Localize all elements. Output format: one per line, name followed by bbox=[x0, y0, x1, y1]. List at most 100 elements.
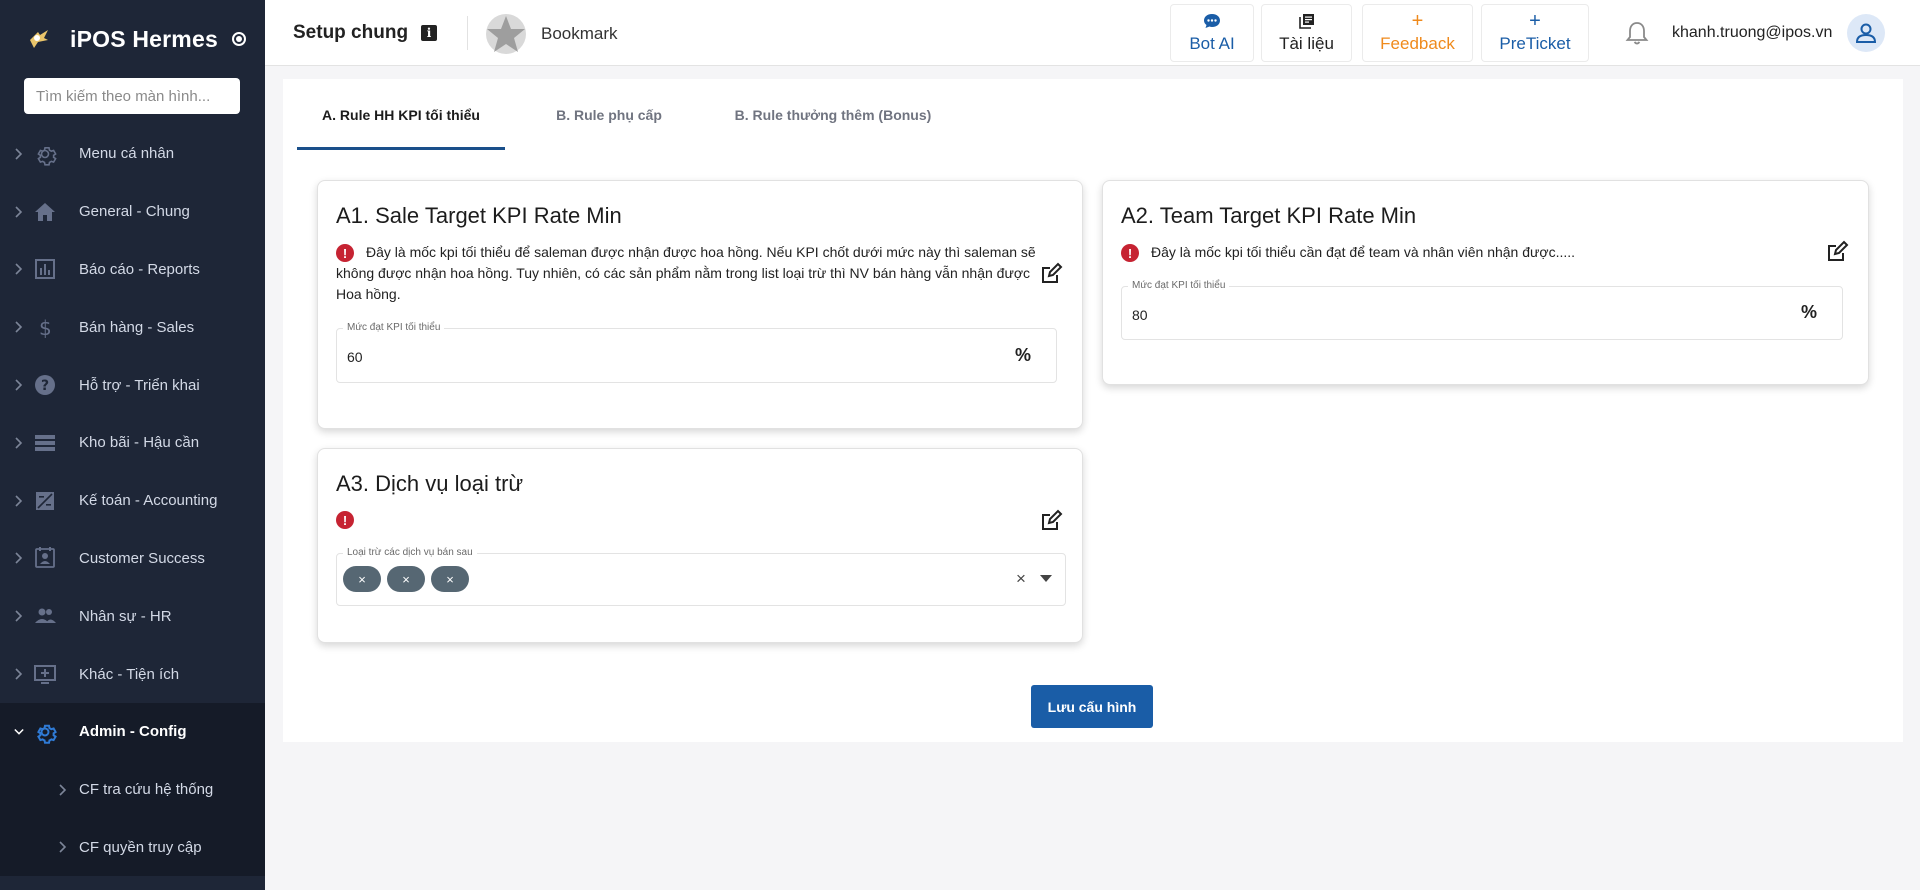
sidebar-item-label: Kế toán - Accounting bbox=[79, 492, 218, 510]
clear-icon[interactable]: × bbox=[1016, 569, 1026, 589]
preticket-label: PreTicket bbox=[1499, 34, 1571, 53]
sidebar-item-hr[interactable]: Nhân sự - HR bbox=[0, 587, 265, 645]
chevron-right-icon bbox=[14, 437, 24, 449]
feedback-label: Feedback bbox=[1380, 34, 1455, 53]
bot-ai-label: Bot AI bbox=[1189, 34, 1235, 53]
main-panel: A. Rule HH KPI tối thiểu B. Rule phụ cấp… bbox=[283, 79, 1903, 742]
bookmark-label[interactable]: Bookmark bbox=[541, 24, 618, 44]
bell-icon[interactable] bbox=[1622, 18, 1652, 48]
plus-icon: + bbox=[1529, 10, 1541, 32]
chat-icon bbox=[1203, 12, 1221, 30]
info-icon[interactable]: i bbox=[421, 25, 437, 41]
radio-dot-icon[interactable] bbox=[231, 32, 246, 46]
tab-rule-bonus[interactable]: B. Rule thưởng thêm (Bonus) bbox=[713, 79, 953, 150]
gear-icon bbox=[32, 141, 58, 167]
card-a1-title: A1. Sale Target KPI Rate Min bbox=[336, 203, 622, 228]
card-a1: A1. Sale Target KPI Rate Min ! Đây là mố… bbox=[317, 180, 1083, 429]
service-chip[interactable]: × bbox=[343, 566, 381, 592]
percent-icon: % bbox=[1015, 345, 1032, 365]
library-icon bbox=[1298, 12, 1315, 30]
avatar[interactable] bbox=[1847, 14, 1885, 52]
sidebar-item-label: Hỗ trợ - Triển khai bbox=[79, 376, 200, 394]
sidebar-item-support[interactable]: ? Hỗ trợ - Triển khai bbox=[0, 356, 265, 414]
preticket-button[interactable]: + PreTicket bbox=[1481, 4, 1589, 62]
sidebar-item-general[interactable]: General - Chung bbox=[0, 183, 265, 241]
service-chip[interactable]: × bbox=[431, 566, 469, 592]
kpi-min-field[interactable]: Mức đạt KPI tối thiểu 60 % bbox=[336, 322, 1057, 383]
field-label: Mức đạt KPI tối thiểu bbox=[343, 322, 445, 333]
svg-text:$: $ bbox=[39, 316, 52, 339]
sidebar-search-input[interactable] bbox=[24, 78, 240, 114]
sidebar-item-warehouse[interactable]: Kho bãi - Hậu cần bbox=[0, 414, 265, 472]
sidebar-subitem-label: CF tra cứu hệ thống bbox=[79, 781, 214, 799]
star-icon[interactable] bbox=[485, 13, 527, 55]
field-label: Loại trừ các dịch vụ bán sau bbox=[343, 547, 477, 558]
error-icon: ! bbox=[336, 511, 354, 529]
sidebar-item-sales[interactable]: $ Bán hàng - Sales bbox=[0, 298, 265, 356]
active-tab-indicator bbox=[297, 147, 505, 150]
team-kpi-min-field[interactable]: Mức đạt KPI tối thiểu 80 % bbox=[1121, 280, 1843, 340]
sidebar-item-label: Nhân sự - HR bbox=[79, 607, 172, 625]
header-divider bbox=[467, 16, 468, 50]
card-a2-title: A2. Team Target KPI Rate Min bbox=[1121, 203, 1417, 228]
sidebar-item-label: Menu cá nhân bbox=[79, 145, 175, 163]
card-a3-title: A3. Dịch vụ loại trừ bbox=[336, 471, 524, 496]
user-icon bbox=[1855, 23, 1877, 43]
chevron-right-icon bbox=[14, 263, 24, 276]
sidebar-item-label: Bán hàng - Sales bbox=[79, 318, 195, 336]
user-email[interactable]: khanh.truong@ipos.vn bbox=[1672, 24, 1832, 42]
tab-rule-hh-kpi[interactable]: A. Rule HH KPI tối thiểu bbox=[297, 79, 505, 150]
calculator-icon bbox=[32, 488, 58, 514]
storage-icon bbox=[32, 430, 58, 456]
service-chip[interactable]: × bbox=[387, 566, 425, 592]
chevron-down-icon bbox=[14, 727, 24, 737]
page-title: Setup chung bbox=[293, 22, 409, 43]
sidebar-item-reports[interactable]: Báo cáo - Reports bbox=[0, 241, 265, 299]
edit-icon[interactable] bbox=[1825, 240, 1849, 264]
sidebar-subitem-label: CF quyền truy cập bbox=[79, 838, 202, 856]
feedback-button[interactable]: + Feedback bbox=[1362, 4, 1473, 62]
chevron-right-icon bbox=[14, 552, 24, 565]
chevron-right-icon bbox=[14, 495, 24, 507]
sidebar-item-utilities[interactable]: Khác - Tiện ích bbox=[0, 645, 265, 703]
card-a2: A2. Team Target KPI Rate Min ! Đây là mố… bbox=[1102, 180, 1869, 385]
card-a1-description: Đây là mốc kpi tối thiểu để saleman được… bbox=[336, 244, 1036, 302]
edit-icon[interactable] bbox=[1039, 262, 1063, 286]
edit-icon[interactable] bbox=[1039, 509, 1063, 533]
dollar-icon: $ bbox=[32, 314, 58, 340]
chevron-right-icon bbox=[14, 148, 24, 160]
logo-icon bbox=[24, 24, 54, 54]
bot-ai-button[interactable]: Bot AI bbox=[1170, 4, 1254, 62]
sidebar-item-menu-ca-nhan[interactable]: Menu cá nhân bbox=[0, 125, 265, 183]
contact-card-icon bbox=[32, 545, 58, 571]
sidebar-nav: Menu cá nhân General - Chung Báo cáo - R… bbox=[0, 125, 265, 877]
chevron-right-icon bbox=[14, 668, 24, 680]
chevron-right-icon bbox=[14, 610, 24, 622]
sidebar-item-label: Admin - Config bbox=[79, 723, 187, 741]
chevron-right-icon bbox=[14, 321, 24, 333]
field-value[interactable]: 80 bbox=[1132, 307, 1148, 323]
people-icon bbox=[32, 603, 58, 629]
error-icon: ! bbox=[1121, 244, 1139, 262]
brand: iPOS Hermes bbox=[0, 0, 265, 78]
bar-chart-icon bbox=[32, 256, 58, 282]
sidebar-subitem-cf-tra-cuu[interactable]: CF tra cứu hệ thống bbox=[0, 760, 265, 819]
tai-lieu-button[interactable]: Tài liệu bbox=[1261, 4, 1352, 62]
save-config-button[interactable]: Lưu cấu hình bbox=[1031, 685, 1153, 728]
chevron-down-icon[interactable] bbox=[1040, 575, 1052, 582]
sidebar-subitem-cf-quyen-truy-cap[interactable]: CF quyền truy cập bbox=[0, 818, 265, 877]
sidebar-item-admin-config[interactable]: Admin - Config bbox=[0, 702, 265, 761]
add-box-icon bbox=[32, 661, 58, 687]
card-a2-description: Đây là mốc kpi tối thiểu cần đạt để team… bbox=[1151, 244, 1576, 260]
gear-icon bbox=[32, 719, 58, 745]
tab-rule-phu-cap[interactable]: B. Rule phụ cấp bbox=[505, 79, 713, 150]
chevron-right-icon bbox=[58, 784, 68, 796]
field-value[interactable]: 60 bbox=[347, 349, 363, 365]
sidebar-item-label: General - Chung bbox=[79, 203, 190, 221]
sidebar-item-accounting[interactable]: Kế toán - Accounting bbox=[0, 472, 265, 530]
sidebar-item-label: Customer Success bbox=[79, 549, 205, 567]
sidebar-item-customer-success[interactable]: Customer Success bbox=[0, 530, 265, 588]
chevron-right-icon bbox=[58, 841, 68, 854]
chevron-right-icon bbox=[14, 206, 24, 218]
excluded-services-select[interactable]: Loại trừ các dịch vụ bán sau × × × × bbox=[336, 547, 1066, 606]
